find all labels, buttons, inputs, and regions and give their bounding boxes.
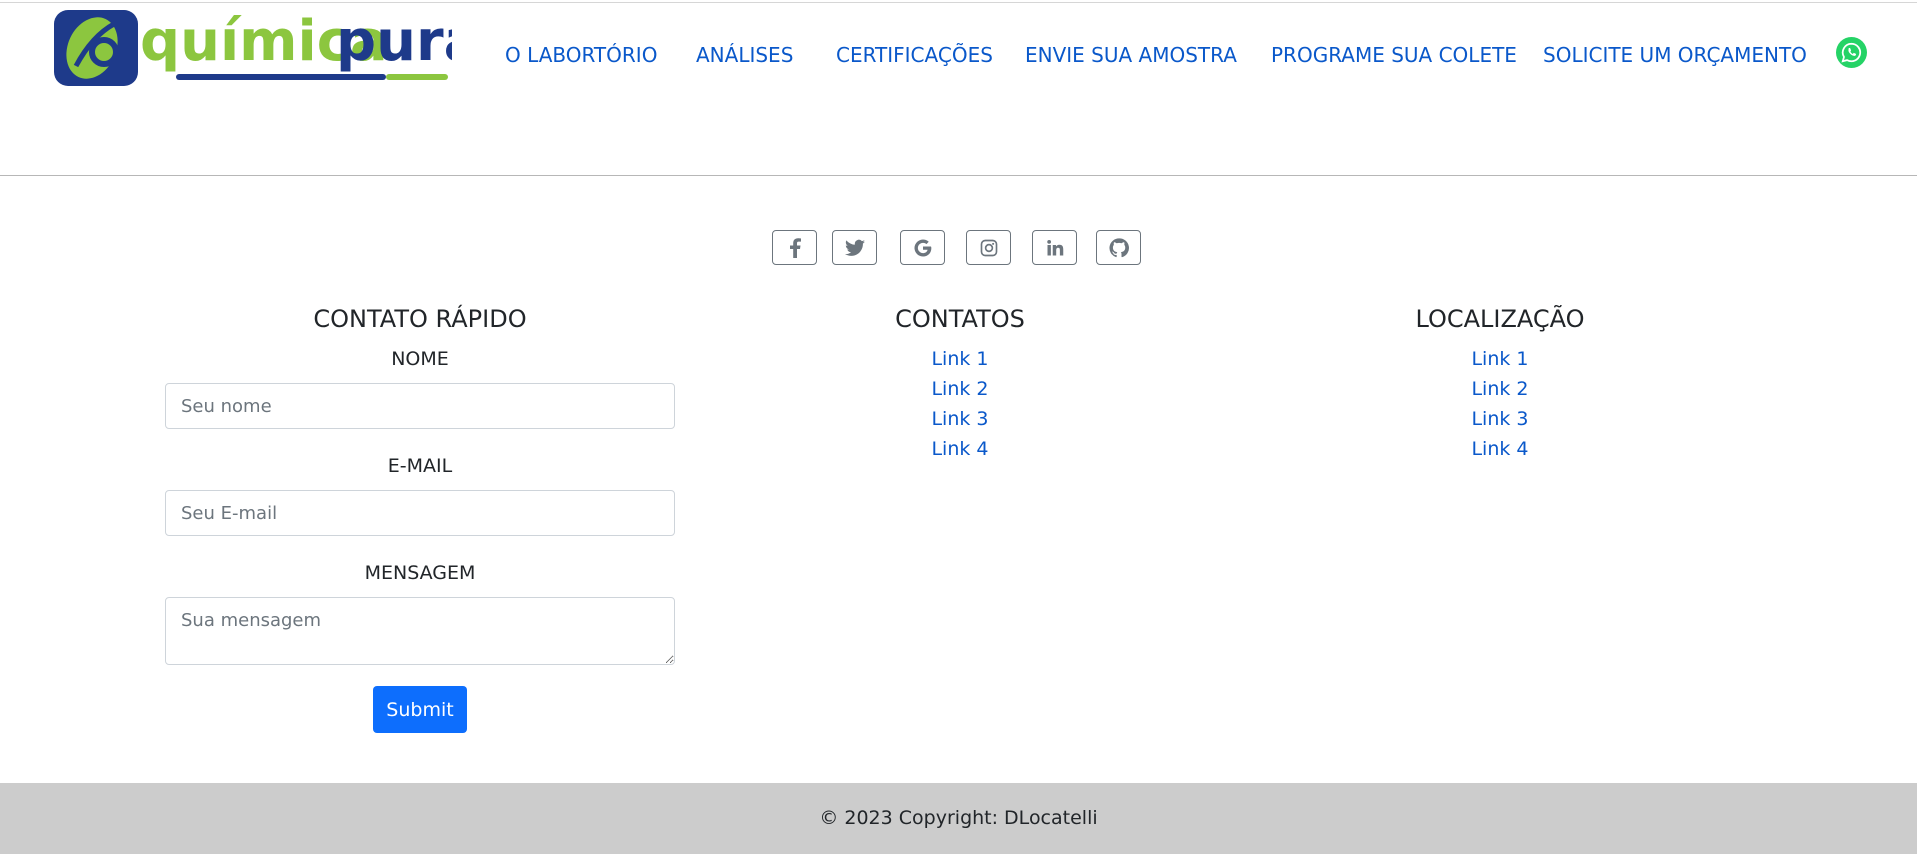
contacts-link-3[interactable]: Link 3 <box>700 404 1220 434</box>
name-input[interactable] <box>165 383 675 429</box>
instagram-icon <box>980 239 997 256</box>
logo[interactable]: química pura <box>52 8 481 88</box>
github-icon <box>1108 237 1129 257</box>
google-button[interactable] <box>900 230 945 265</box>
contacts-link-2[interactable]: Link 2 <box>700 374 1220 404</box>
whatsapp-button[interactable] <box>1836 37 1867 68</box>
contacts-links: Link 1 Link 2 Link 3 Link 4 <box>700 344 1220 464</box>
linkedin-button[interactable] <box>1032 230 1077 265</box>
facebook-icon <box>789 237 801 258</box>
location-link-1[interactable]: Link 1 <box>1240 344 1760 374</box>
nav-item-solicite-orcamento[interactable]: SOLICITE UM ORÇAMENTO <box>1543 44 1807 66</box>
twitter-icon <box>844 239 865 256</box>
instagram-button[interactable] <box>966 230 1011 265</box>
nav-item-analises[interactable]: ANÁLISES <box>696 44 793 66</box>
svg-text:pura: pura <box>336 9 452 74</box>
location-heading: LOCALIZAÇÃO <box>1415 305 1585 333</box>
nav-item-certificacoes[interactable]: CERTIFICAÇÕES <box>836 44 993 66</box>
email-input[interactable] <box>165 490 675 536</box>
location-link-3[interactable]: Link 3 <box>1240 404 1760 434</box>
contacts-link-1[interactable]: Link 1 <box>700 344 1220 374</box>
nav-item-programe-coleta[interactable]: PROGRAME SUA COLETE <box>1271 44 1517 66</box>
location-links: Link 1 Link 2 Link 3 Link 4 <box>1240 344 1760 464</box>
contacts-link-4[interactable]: Link 4 <box>700 434 1220 464</box>
github-button[interactable] <box>1096 230 1141 265</box>
linkedin-icon <box>1046 239 1063 255</box>
contacts-heading: CONTATOS <box>895 305 1025 333</box>
message-label: MENSAGEM <box>364 562 476 584</box>
location-link-2[interactable]: Link 2 <box>1240 374 1760 404</box>
name-label: NOME <box>391 348 449 370</box>
google-icon <box>913 239 931 256</box>
nav-item-laboratorio[interactable]: O LABORTÓRIO <box>505 44 657 66</box>
twitter-button[interactable] <box>832 230 877 265</box>
nav-item-envie-amostra[interactable]: ENVIE SUA AMOSTRA <box>1025 44 1237 66</box>
facebook-button[interactable] <box>772 230 817 265</box>
whatsapp-icon <box>1841 42 1861 63</box>
email-label: E-MAIL <box>387 455 453 477</box>
quimicapura-logo-icon: química pura <box>54 9 481 86</box>
footer: © 2023 Copyright: DLocatelli <box>0 783 1917 854</box>
contact-form-heading: CONTATO RÁPIDO <box>313 305 527 333</box>
submit-button[interactable]: Submit <box>373 686 467 733</box>
top-border <box>0 2 1917 3</box>
copyright-text: © 2023 Copyright: DLocatelli <box>819 807 1098 829</box>
location-link-4[interactable]: Link 4 <box>1240 434 1760 464</box>
header-divider <box>0 175 1917 176</box>
message-textarea[interactable] <box>165 597 675 665</box>
